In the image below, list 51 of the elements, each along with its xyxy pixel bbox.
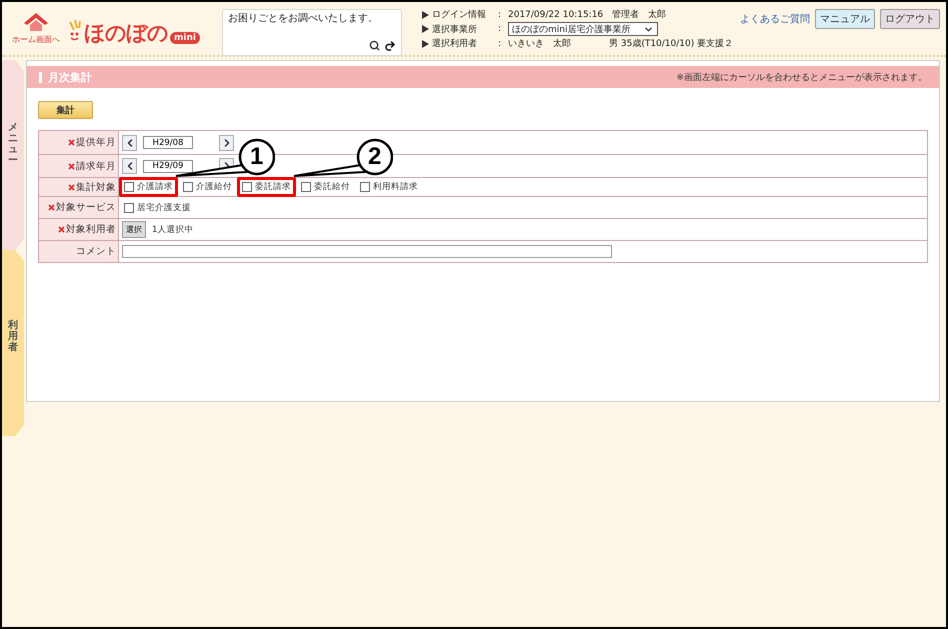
checkbox[interactable] <box>124 202 134 212</box>
previous-button[interactable] <box>122 158 137 174</box>
faq-link[interactable]: よくあるご質問 <box>740 12 810 26</box>
info-label: 選択事業所 <box>432 24 478 36</box>
search-icon[interactable] <box>369 40 380 51</box>
checkbox-option[interactable]: 委託請求 <box>237 177 296 197</box>
field-label: 提供年月 <box>76 136 116 149</box>
house-icon <box>23 12 49 32</box>
info-separator: : <box>498 24 502 34</box>
logout-button[interactable]: ログアウト <box>880 9 940 29</box>
redo-arrow-icon[interactable] <box>384 40 396 52</box>
office-select[interactable]: ほのぼのmini居宅介護事業所 <box>508 22 658 36</box>
info-label: 選択利用者 <box>432 38 478 50</box>
info-label: ログイン情報 <box>432 8 487 21</box>
aggregate-button[interactable]: 集計 <box>38 101 93 119</box>
selection-count: 1人選択中 <box>152 224 194 236</box>
previous-button[interactable] <box>122 134 137 150</box>
checkbox[interactable] <box>301 182 311 192</box>
checkbox[interactable] <box>124 182 134 192</box>
page-title: 月次集計 <box>39 72 92 82</box>
info-value: いきいき 太郎 <box>508 38 571 50</box>
field-label: 対象サービス <box>56 201 116 214</box>
checkbox[interactable] <box>242 182 252 192</box>
month-field[interactable]: H29/09 <box>143 160 193 172</box>
checkbox-option[interactable]: 介護給付 <box>178 177 237 197</box>
checkbox[interactable] <box>183 182 193 192</box>
logo: ほのぼの <box>84 23 168 44</box>
checkbox-option[interactable]: 居宅介護支援 <box>119 198 196 218</box>
hint-text: ※画面左端にカーソルを合わせるとメニューが表示されます。 <box>676 72 927 84</box>
callout-number: 1 <box>250 145 264 169</box>
manual-button[interactable]: マニュアル <box>815 9 875 29</box>
comment-field[interactable] <box>122 245 612 258</box>
callout-number: 2 <box>368 145 382 169</box>
info-separator: : <box>498 38 502 48</box>
checkbox-option[interactable]: 委託給付 <box>296 177 355 197</box>
user-tab[interactable]: 利用者 <box>2 250 24 436</box>
info-value: 2017/09/22 10:15:16 管理者 太郎 <box>508 8 666 21</box>
field-label: 請求年月 <box>76 160 116 172</box>
month-field[interactable]: H29/08 <box>143 136 193 149</box>
checkbox-option[interactable]: 利用料請求 <box>355 177 423 197</box>
checkbox[interactable] <box>360 182 370 192</box>
field-label: 集計対象 <box>76 180 116 194</box>
menu-tab[interactable]: メニュー <box>2 60 24 250</box>
logo-badge: mini <box>170 32 200 44</box>
info-separator: : <box>498 10 502 20</box>
next-button[interactable] <box>219 134 234 150</box>
select-button[interactable]: 選択 <box>122 221 146 238</box>
field-label: コメント <box>76 245 116 258</box>
checkbox-option[interactable]: 介護請求 <box>119 177 178 197</box>
info-detail: 男 35歳(T10/10/10) 要支援２ <box>609 38 734 50</box>
field-label: 対象利用者 <box>66 223 116 236</box>
